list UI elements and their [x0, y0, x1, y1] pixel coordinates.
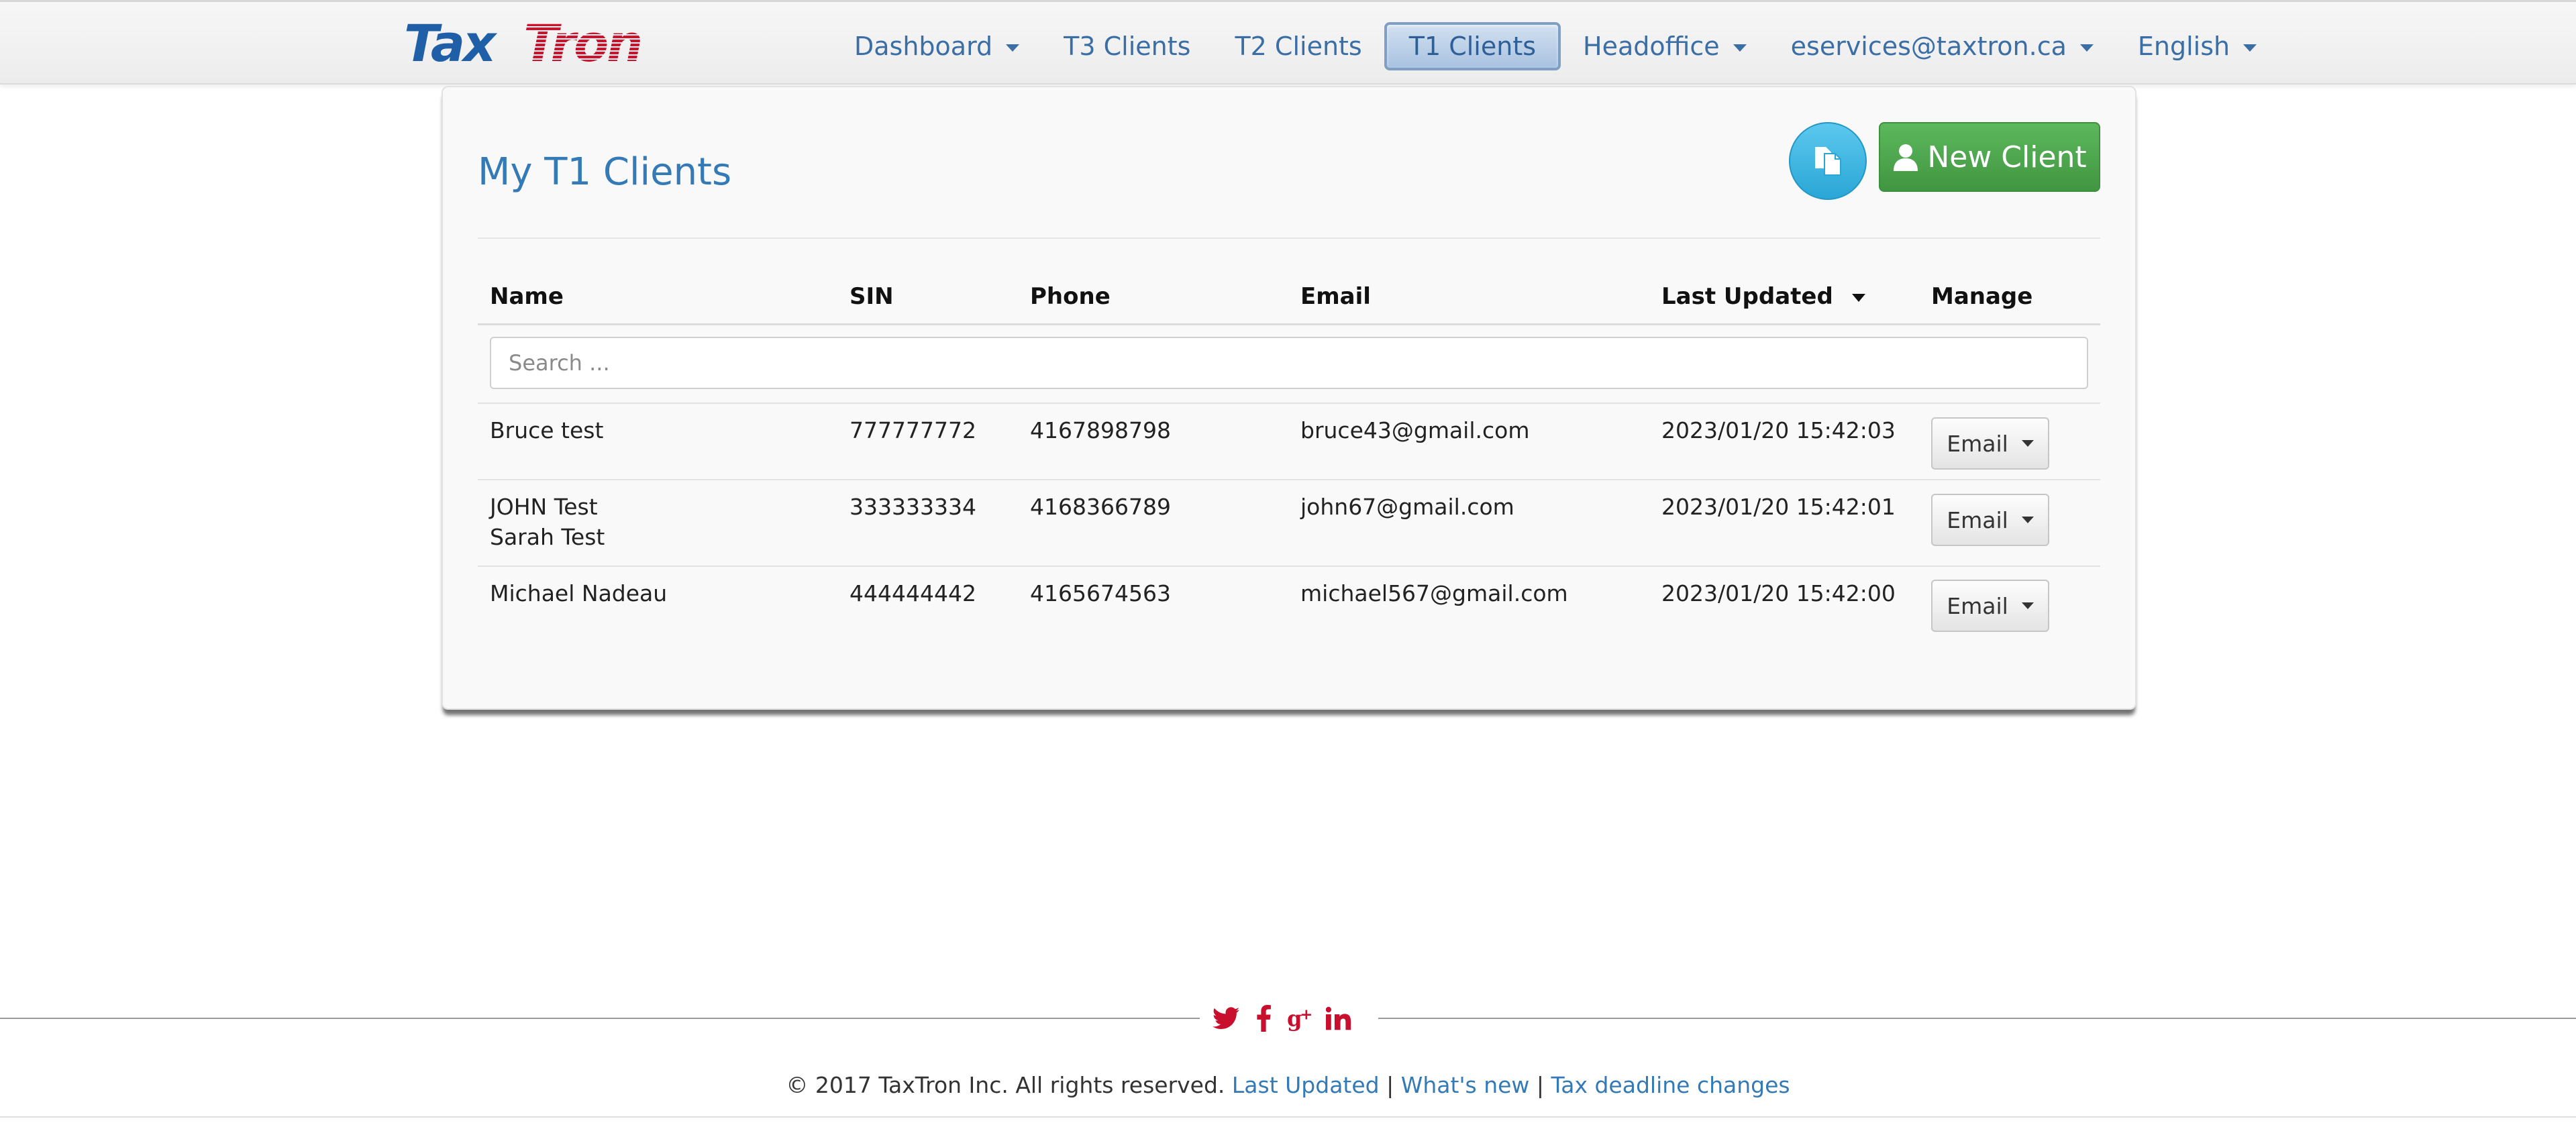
column-header-phone[interactable]: Phone [1030, 283, 1111, 310]
copyright-text: © 2017 TaxTron Inc. All rights reserved. [786, 1072, 1225, 1098]
column-header-last-updated[interactable]: Last Updated [1661, 283, 1865, 310]
nav-t1-clients[interactable]: T1 Clients [1384, 22, 1561, 70]
row-divider [478, 479, 2100, 480]
title-divider [478, 237, 2100, 239]
column-header-sin[interactable]: SIN [849, 283, 894, 310]
copy-clients-button[interactable] [1789, 122, 1867, 200]
svg-text:Tron: Tron [523, 15, 641, 72]
caret-down-icon [1733, 44, 1747, 52]
page-title: My T1 Clients [478, 150, 732, 194]
search-input[interactable] [490, 337, 2088, 389]
caret-down-icon [2243, 44, 2257, 52]
svg-text:+: + [1300, 1006, 1312, 1024]
client-name[interactable]: Bruce test [490, 416, 603, 445]
email-dropdown-button[interactable]: Email [1931, 494, 2049, 546]
column-header-manage: Manage [1931, 283, 2033, 310]
caret-down-icon [2079, 44, 2094, 52]
client-phone: 4165674563 [1030, 580, 1171, 606]
footer-text: © 2017 TaxTron Inc. All rights reserved.… [0, 1072, 2576, 1098]
header-divider [478, 323, 2100, 325]
footer-link-tax-deadline-changes[interactable]: Tax deadline changes [1551, 1072, 1790, 1098]
user-icon [1894, 144, 1918, 171]
main-nav: Dashboard T3 Clients T2 Clients T1 Clien… [832, 21, 2279, 72]
email-button-label: Email [1947, 430, 2008, 457]
client-sin: 777777772 [849, 417, 976, 443]
new-client-label: New Client [1927, 140, 2087, 174]
client-email: john67@gmail.com [1300, 494, 1514, 520]
client-spouse-name[interactable]: Sarah Test [490, 523, 605, 552]
copy-documents-icon [1815, 147, 1841, 176]
nav-headoffice-label: Headoffice [1583, 32, 1720, 61]
nav-account-label: eservices@taxtron.ca [1790, 32, 2067, 61]
footer-divider-left [0, 1018, 1200, 1019]
new-client-button[interactable]: New Client [1879, 122, 2100, 192]
nav-t1-label: T1 Clients [1408, 32, 1537, 61]
client-sin: 333333334 [849, 494, 976, 520]
nav-dashboard-label: Dashboard [854, 32, 993, 61]
row-divider [478, 403, 2100, 404]
client-sin: 444444442 [849, 580, 976, 606]
caret-down-icon [2021, 517, 2034, 523]
caret-down-icon [1006, 44, 1020, 52]
facebook-icon[interactable] [1249, 1000, 1278, 1037]
client-email: bruce43@gmail.com [1300, 417, 1530, 443]
last-updated-header-label: Last Updated [1661, 283, 1833, 310]
taxtron-logo[interactable]: Tax Tron [404, 15, 686, 72]
column-header-name[interactable]: Name [490, 283, 564, 310]
twitter-icon[interactable] [1212, 1000, 1240, 1037]
nav-t3-label: T3 Clients [1064, 32, 1191, 61]
nav-account[interactable]: eservices@taxtron.ca [1769, 22, 2116, 70]
nav-t2-clients[interactable]: T2 Clients [1213, 22, 1384, 70]
email-dropdown-button[interactable]: Email [1931, 580, 2049, 632]
email-button-label: Email [1947, 592, 2008, 619]
social-links: g + [1212, 1000, 1353, 1037]
client-phone: 4168366789 [1030, 494, 1171, 520]
footer-separator: | [1536, 1072, 1545, 1098]
client-last-updated: 2023/01/20 15:42:03 [1661, 417, 1896, 443]
caret-down-icon [2021, 440, 2034, 447]
footer-link-last-updated[interactable]: Last Updated [1232, 1072, 1380, 1098]
client-phone: 4167898798 [1030, 417, 1171, 443]
nav-dashboard[interactable]: Dashboard [832, 22, 1041, 70]
client-email: michael567@gmail.com [1300, 580, 1568, 606]
linkedin-icon[interactable] [1325, 1000, 1353, 1037]
client-last-updated: 2023/01/20 15:42:00 [1661, 580, 1896, 606]
svg-text:Tax: Tax [404, 15, 497, 72]
nav-headoffice[interactable]: Headoffice [1561, 22, 1769, 70]
footer-bottom-line [0, 1116, 2576, 1118]
caret-down-icon [2021, 602, 2034, 609]
footer-separator: | [1386, 1072, 1394, 1098]
google-plus-icon[interactable]: g + [1287, 1000, 1315, 1037]
clients-panel: My T1 Clients New Client Name SIN Phone … [442, 86, 2136, 710]
nav-language-label: English [2137, 32, 2230, 61]
top-navbar: Tax Tron Dashboard T3 Clients T2 Clients… [0, 0, 2576, 85]
nav-t3-clients[interactable]: T3 Clients [1041, 22, 1213, 70]
email-dropdown-button[interactable]: Email [1931, 417, 2049, 470]
footer-link-whats-new[interactable]: What's new [1401, 1072, 1530, 1098]
client-name[interactable]: Michael Nadeau [490, 579, 667, 608]
sort-desc-icon [1851, 293, 1865, 302]
footer-divider-right [1378, 1018, 2576, 1019]
client-last-updated: 2023/01/20 15:42:01 [1661, 494, 1896, 520]
nav-t2-label: T2 Clients [1235, 32, 1362, 61]
nav-language[interactable]: English [2116, 22, 2279, 70]
row-divider [478, 566, 2100, 567]
client-name[interactable]: JOHN Test [490, 492, 598, 522]
email-button-label: Email [1947, 506, 2008, 533]
column-header-email[interactable]: Email [1300, 283, 1371, 310]
